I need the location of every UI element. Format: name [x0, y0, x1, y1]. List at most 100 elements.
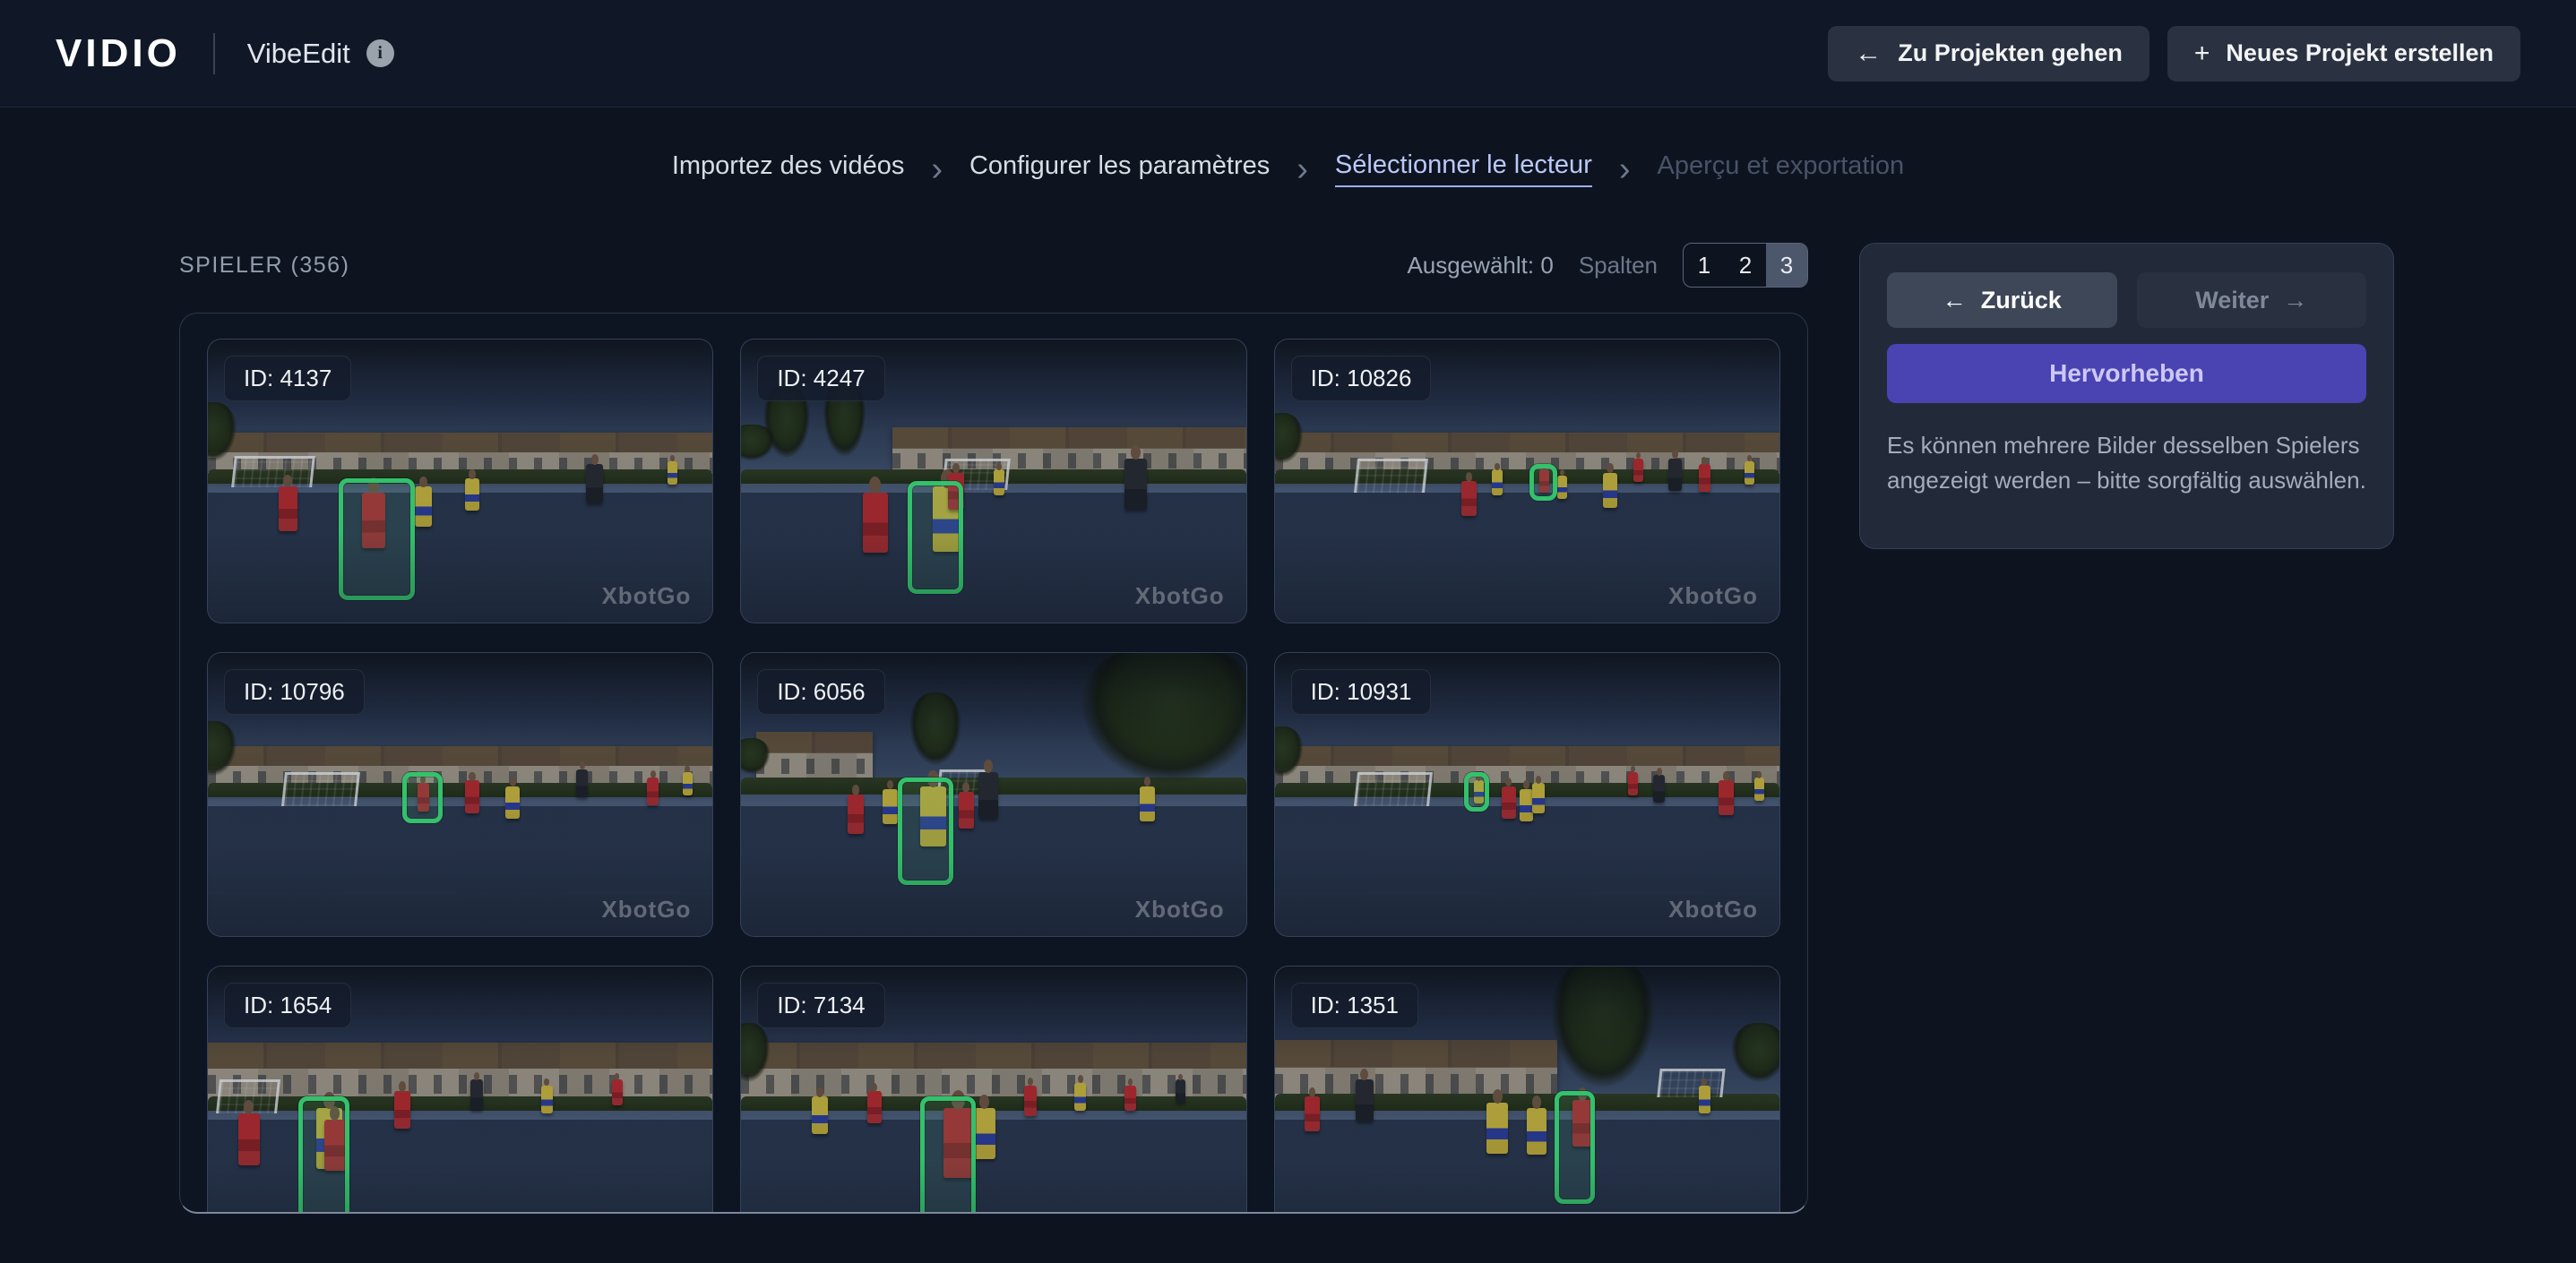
player-figure: [1602, 463, 1618, 508]
player-figure: [394, 1081, 411, 1129]
player-card[interactable]: ID: 1351 XbotGo: [1273, 966, 1780, 1212]
player-figure: [1355, 1069, 1374, 1122]
tree: [1728, 1023, 1779, 1097]
chevron-right-icon: ›: [1618, 150, 1631, 188]
player-id-badge: ID: 1351: [1290, 983, 1418, 1028]
stepper-step[interactable]: Importez des vidéos: [672, 151, 905, 186]
hedge-row: [208, 1096, 713, 1112]
player-figure: [470, 1071, 484, 1111]
player-card[interactable]: ID: 1654 XbotGo: [207, 966, 714, 1212]
player-card[interactable]: ID: 10931 XbotGo: [1273, 652, 1780, 937]
player-bounding-box: [401, 771, 443, 823]
tree: [1074, 653, 1246, 818]
product-name: VibeEdit: [246, 37, 350, 69]
player-card[interactable]: ID: 6056 XbotGo: [740, 652, 1247, 937]
player-figure: [611, 1073, 623, 1105]
goal: [1657, 1068, 1726, 1097]
player-figure: [1698, 456, 1711, 493]
player-figure: [576, 761, 589, 797]
player-figure: [1668, 450, 1683, 492]
houses-row: [756, 732, 873, 781]
list-header-controls: Ausgewählt: 0 Spalten 123: [1407, 243, 1808, 288]
columns-option-1[interactable]: 1: [1684, 244, 1725, 287]
xbotgo-watermark: XbotGo: [1668, 896, 1758, 923]
selected-count-label: Ausgewählt: 0: [1407, 251, 1554, 279]
plus-icon: +: [2193, 38, 2210, 68]
player-figure: [414, 476, 432, 527]
player-figure: [1491, 463, 1503, 495]
player-figure: [883, 779, 898, 824]
player-card[interactable]: ID: 10826 XbotGo: [1273, 339, 1780, 623]
arrow-left-icon: ←: [1942, 286, 1967, 314]
stepper-step: Aperçu et exportation: [1657, 151, 1905, 180]
stepper-step[interactable]: Sélectionner le lecteur: [1334, 150, 1592, 187]
player-figure: [586, 453, 604, 504]
go-to-projects-label: Zu Projekten gehen: [1898, 39, 2123, 66]
goal: [1353, 771, 1434, 806]
columns-option-2[interactable]: 2: [1725, 244, 1766, 287]
xbotgo-watermark: XbotGo: [1134, 896, 1225, 923]
xbotgo-watermark: XbotGo: [1668, 1209, 1758, 1212]
player-figure: [1124, 1078, 1136, 1112]
player-id-badge: ID: 10796: [224, 669, 365, 715]
player-figure: [647, 769, 659, 806]
chevron-right-icon: ›: [1297, 150, 1308, 188]
player-card[interactable]: ID: 4247 XbotGo: [740, 339, 1247, 623]
player-figure: [1744, 455, 1754, 485]
back-button[interactable]: ← Zurück: [1887, 272, 2117, 328]
app-logo: VIDIO: [56, 30, 181, 75]
arrow-left-icon: ←: [1855, 38, 1882, 68]
side-panel: ← Zurück Weiter → Hervorheben Es können …: [1859, 243, 2394, 549]
back-label: Zurück: [1980, 286, 2062, 314]
goal: [1353, 458, 1428, 493]
stepper-step[interactable]: Configurer les paramètres: [969, 151, 1270, 186]
xbotgo-watermark: XbotGo: [601, 896, 692, 923]
panel-nav-buttons: ← Zurück Weiter →: [1887, 272, 2366, 328]
player-figure: [973, 1095, 995, 1160]
player-card[interactable]: ID: 4137 XbotGo: [207, 339, 714, 623]
player-figure: [993, 463, 1005, 495]
player-grid: ID: 4137 XbotGo ID: 4247 XbotGo ID: 1082…: [179, 313, 1808, 1214]
player-bounding-box: [1529, 464, 1558, 502]
highlight-button[interactable]: Hervorheben: [1887, 344, 2366, 403]
panel-note: Es können mehrere Bilder desselben Spiel…: [1887, 432, 2366, 494]
go-to-projects-button[interactable]: ← Zu Projekten gehen: [1828, 25, 2150, 82]
next-button[interactable]: Weiter →: [2136, 272, 2366, 328]
stepper: Importez des vidéos › Configurer les param…: [0, 150, 2576, 187]
player-card[interactable]: ID: 10796 XbotGo: [207, 652, 714, 937]
players-section: SPIELER (356) Ausgewählt: 0 Spalten 123 …: [179, 243, 1808, 1214]
player-bounding-box: [920, 1096, 977, 1212]
player-figure: [682, 765, 693, 795]
player-figure: [237, 1100, 260, 1165]
player-bounding-box: [1463, 771, 1490, 812]
player-bounding-box: [897, 778, 953, 886]
player-figure: [278, 475, 297, 531]
xbotgo-watermark: XbotGo: [1668, 582, 1758, 609]
player-figure: [1698, 1078, 1711, 1113]
player-figure: [1719, 771, 1734, 816]
player-figure: [1519, 780, 1534, 822]
player-card[interactable]: ID: 7134 XbotGo: [740, 966, 1247, 1212]
chevron-right-icon: ›: [931, 150, 943, 188]
info-icon[interactable]: i: [366, 39, 394, 67]
brand-divider: [212, 32, 215, 74]
new-project-label: Neues Projekt erstellen: [2226, 39, 2494, 66]
list-header: SPIELER (356) Ausgewählt: 0 Spalten 123: [179, 243, 1808, 288]
player-figure: [1074, 1075, 1087, 1111]
player-bounding-box: [339, 477, 415, 600]
new-project-button[interactable]: + Neues Projekt erstellen: [2167, 25, 2520, 82]
player-figure: [667, 455, 677, 485]
columns-option-3[interactable]: 3: [1766, 244, 1807, 287]
player-bounding-box: [908, 481, 964, 595]
goal: [281, 771, 361, 806]
next-label: Weiter: [2195, 286, 2270, 314]
player-id-badge: ID: 4247: [757, 356, 885, 401]
arrow-right-icon: →: [2283, 286, 2308, 314]
player-figure: [1305, 1087, 1320, 1132]
player-figure: [1502, 777, 1516, 819]
player-figure: [465, 771, 479, 813]
player-figure: [1140, 777, 1155, 821]
player-id-badge: ID: 7134: [757, 983, 885, 1028]
player-figure: [1175, 1073, 1185, 1104]
houses-row: [208, 1043, 713, 1103]
